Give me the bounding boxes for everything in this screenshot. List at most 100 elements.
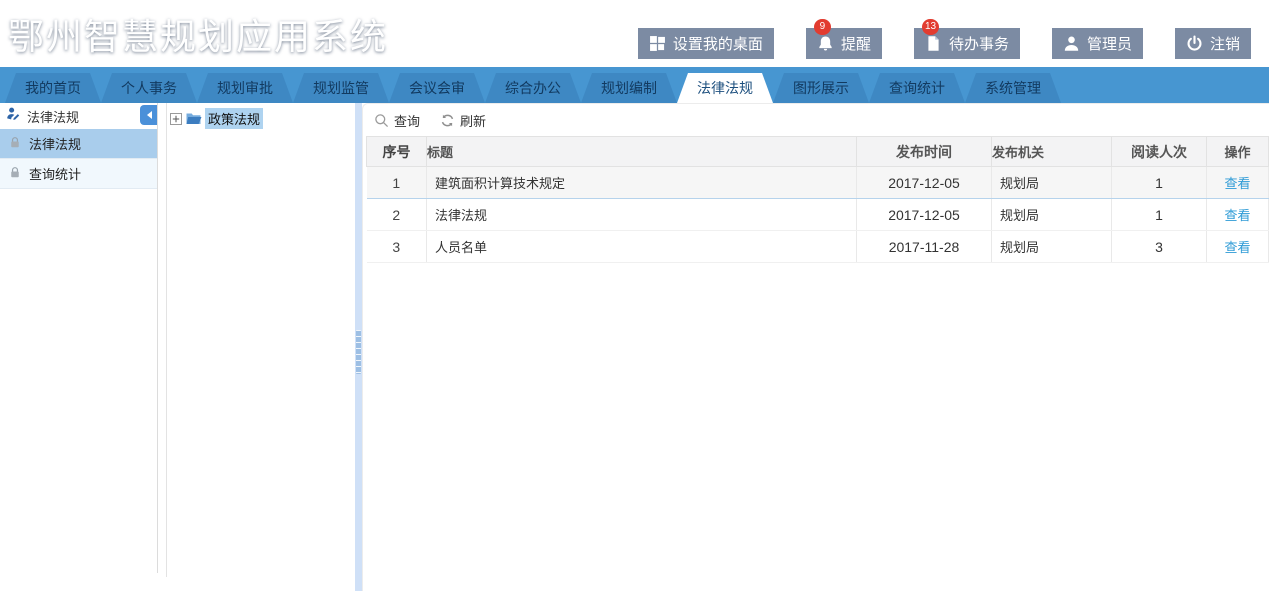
- reminder-label: 提醒: [841, 33, 871, 54]
- header-actions: 设置我的桌面 9 提醒 13 待办事务 管理员 注销: [638, 28, 1251, 59]
- todo-badge: 13: [922, 19, 939, 35]
- tab[interactable]: 规划审批: [197, 73, 293, 103]
- tab[interactable]: 我的首页: [5, 73, 101, 103]
- tab[interactable]: 规划编制: [581, 73, 677, 103]
- sidebar: 法律法规 法律法规 查询统计: [0, 103, 158, 591]
- content-area: 法律法规 法律法规 查询统计 政策法规: [0, 103, 1269, 591]
- user-icon: [1063, 35, 1080, 52]
- cell-reads: 3: [1112, 231, 1207, 263]
- tab-label: 个人事务: [121, 80, 177, 96]
- view-link[interactable]: 查看: [1224, 208, 1250, 223]
- col-header-reads[interactable]: 阅读人次: [1112, 137, 1207, 167]
- tab-label: 规划审批: [217, 80, 273, 96]
- table-header-row: 序号 标题 发布时间 发布机关 阅读人次 操作: [367, 137, 1269, 167]
- table-row[interactable]: 3 人员名单 2017-11-28 规划局 3 查看: [367, 231, 1269, 263]
- main-panel: 查询 刷新 序号 标题 发布时间 发布机关 阅读人次 操作: [362, 103, 1269, 591]
- cell-org: 规划局: [992, 167, 1112, 199]
- tab[interactable]: 法律法规: [677, 73, 773, 103]
- splitter-handle[interactable]: [356, 330, 361, 374]
- query-button[interactable]: 查询: [374, 111, 420, 130]
- cell-date: 2017-11-28: [857, 231, 992, 263]
- panel-gap: [158, 103, 166, 591]
- panel-splitter[interactable]: [355, 103, 362, 591]
- cell-title: 建筑面积计算技术规定: [427, 167, 857, 199]
- refresh-button[interactable]: 刷新: [440, 111, 486, 130]
- document-icon: [925, 35, 942, 52]
- cell-reads: 1: [1112, 167, 1207, 199]
- col-header-action[interactable]: 操作: [1207, 137, 1269, 167]
- reminder-badge: 9: [814, 19, 831, 35]
- tree-panel: 政策法规: [166, 103, 355, 591]
- tab-label: 规划编制: [601, 80, 657, 96]
- tab-label: 综合办公: [505, 80, 561, 96]
- tree-node-label: 政策法规: [205, 108, 263, 129]
- expand-plus-icon[interactable]: [170, 113, 182, 125]
- tab[interactable]: 会议会审: [389, 73, 485, 103]
- view-link[interactable]: 查看: [1224, 240, 1250, 255]
- sidebar-item-query-stats[interactable]: 查询统计: [0, 159, 158, 189]
- tab[interactable]: 系统管理: [965, 73, 1061, 103]
- bell-icon: [817, 35, 834, 52]
- tab[interactable]: 查询统计: [869, 73, 965, 103]
- tab-label: 查询统计: [889, 80, 945, 96]
- app-header: 鄂州智慧规划应用系统 设置我的桌面 9 提醒 13 待办事务 管理员: [0, 0, 1269, 67]
- todo-label: 待办事务: [949, 33, 1009, 54]
- set-desktop-button[interactable]: 设置我的桌面: [638, 28, 774, 59]
- tab-label: 系统管理: [985, 80, 1041, 96]
- cell-reads: 1: [1112, 199, 1207, 231]
- cell-org: 规划局: [992, 231, 1112, 263]
- lock-icon: [8, 135, 22, 153]
- user-edit-icon: [6, 106, 21, 126]
- tab-label: 规划监管: [313, 80, 369, 96]
- todo-button[interactable]: 13 待办事务: [914, 28, 1020, 59]
- tree-node-policy[interactable]: 政策法规: [170, 108, 355, 129]
- sidebar-item-label: 查询统计: [29, 164, 81, 183]
- reminder-button[interactable]: 9 提醒: [806, 28, 882, 59]
- grid-toolbar: 查询 刷新: [366, 104, 1269, 136]
- query-label: 查询: [394, 111, 420, 130]
- search-icon: [374, 113, 389, 128]
- sidebar-item-label: 法律法规: [29, 134, 81, 153]
- set-desktop-label: 设置我的桌面: [673, 33, 763, 54]
- table-row[interactable]: 2 法律法规 2017-12-05 规划局 1 查看: [367, 199, 1269, 231]
- cell-org: 规划局: [992, 199, 1112, 231]
- col-header-org[interactable]: 发布机关: [992, 137, 1112, 167]
- folder-open-icon: [185, 111, 202, 126]
- tab-label: 我的首页: [25, 80, 81, 96]
- table-row[interactable]: 1 建筑面积计算技术规定 2017-12-05 规划局 1 查看: [367, 167, 1269, 199]
- col-header-no[interactable]: 序号: [367, 137, 427, 167]
- user-button[interactable]: 管理员: [1052, 28, 1143, 59]
- tab[interactable]: 个人事务: [101, 73, 197, 103]
- sidebar-item-laws[interactable]: 法律法规: [0, 129, 158, 159]
- laws-table: 序号 标题 发布时间 发布机关 阅读人次 操作 1 建筑面积计算技术规定: [366, 136, 1269, 263]
- desktop-grid-icon: [649, 35, 666, 52]
- refresh-label: 刷新: [460, 111, 486, 130]
- tab[interactable]: 规划监管: [293, 73, 389, 103]
- tab[interactable]: 图形展示: [773, 73, 869, 103]
- app-root: 鄂州智慧规划应用系统 设置我的桌面 9 提醒 13 待办事务 管理员: [0, 0, 1269, 591]
- tab-label: 会议会审: [409, 80, 465, 96]
- main-tabbar: 我的首页 个人事务 规划审批 规划监管 会议会审 综合办公 规划编制 法律法规 …: [0, 67, 1269, 103]
- col-header-date[interactable]: 发布时间: [857, 137, 992, 167]
- sidebar-title: 法律法规: [27, 107, 79, 126]
- tab-label: 法律法规: [697, 80, 753, 96]
- cell-title: 法律法规: [427, 199, 857, 231]
- sidebar-collapse-button[interactable]: [140, 105, 157, 125]
- tab-label: 图形展示: [793, 80, 849, 96]
- app-title: 鄂州智慧规划应用系统: [8, 8, 388, 60]
- refresh-icon: [440, 113, 455, 128]
- table-body: 1 建筑面积计算技术规定 2017-12-05 规划局 1 查看 2 法律法规 …: [367, 167, 1269, 263]
- tab[interactable]: 综合办公: [485, 73, 581, 103]
- lock-icon: [8, 165, 22, 183]
- cell-no: 1: [367, 167, 427, 199]
- logout-label: 注销: [1210, 33, 1240, 54]
- cell-no: 2: [367, 199, 427, 231]
- cell-date: 2017-12-05: [857, 167, 992, 199]
- cell-title: 人员名单: [427, 231, 857, 263]
- view-link[interactable]: 查看: [1224, 176, 1250, 191]
- user-label: 管理员: [1087, 33, 1132, 54]
- col-header-title[interactable]: 标题: [427, 137, 857, 167]
- power-icon: [1186, 35, 1203, 52]
- cell-date: 2017-12-05: [857, 199, 992, 231]
- logout-button[interactable]: 注销: [1175, 28, 1251, 59]
